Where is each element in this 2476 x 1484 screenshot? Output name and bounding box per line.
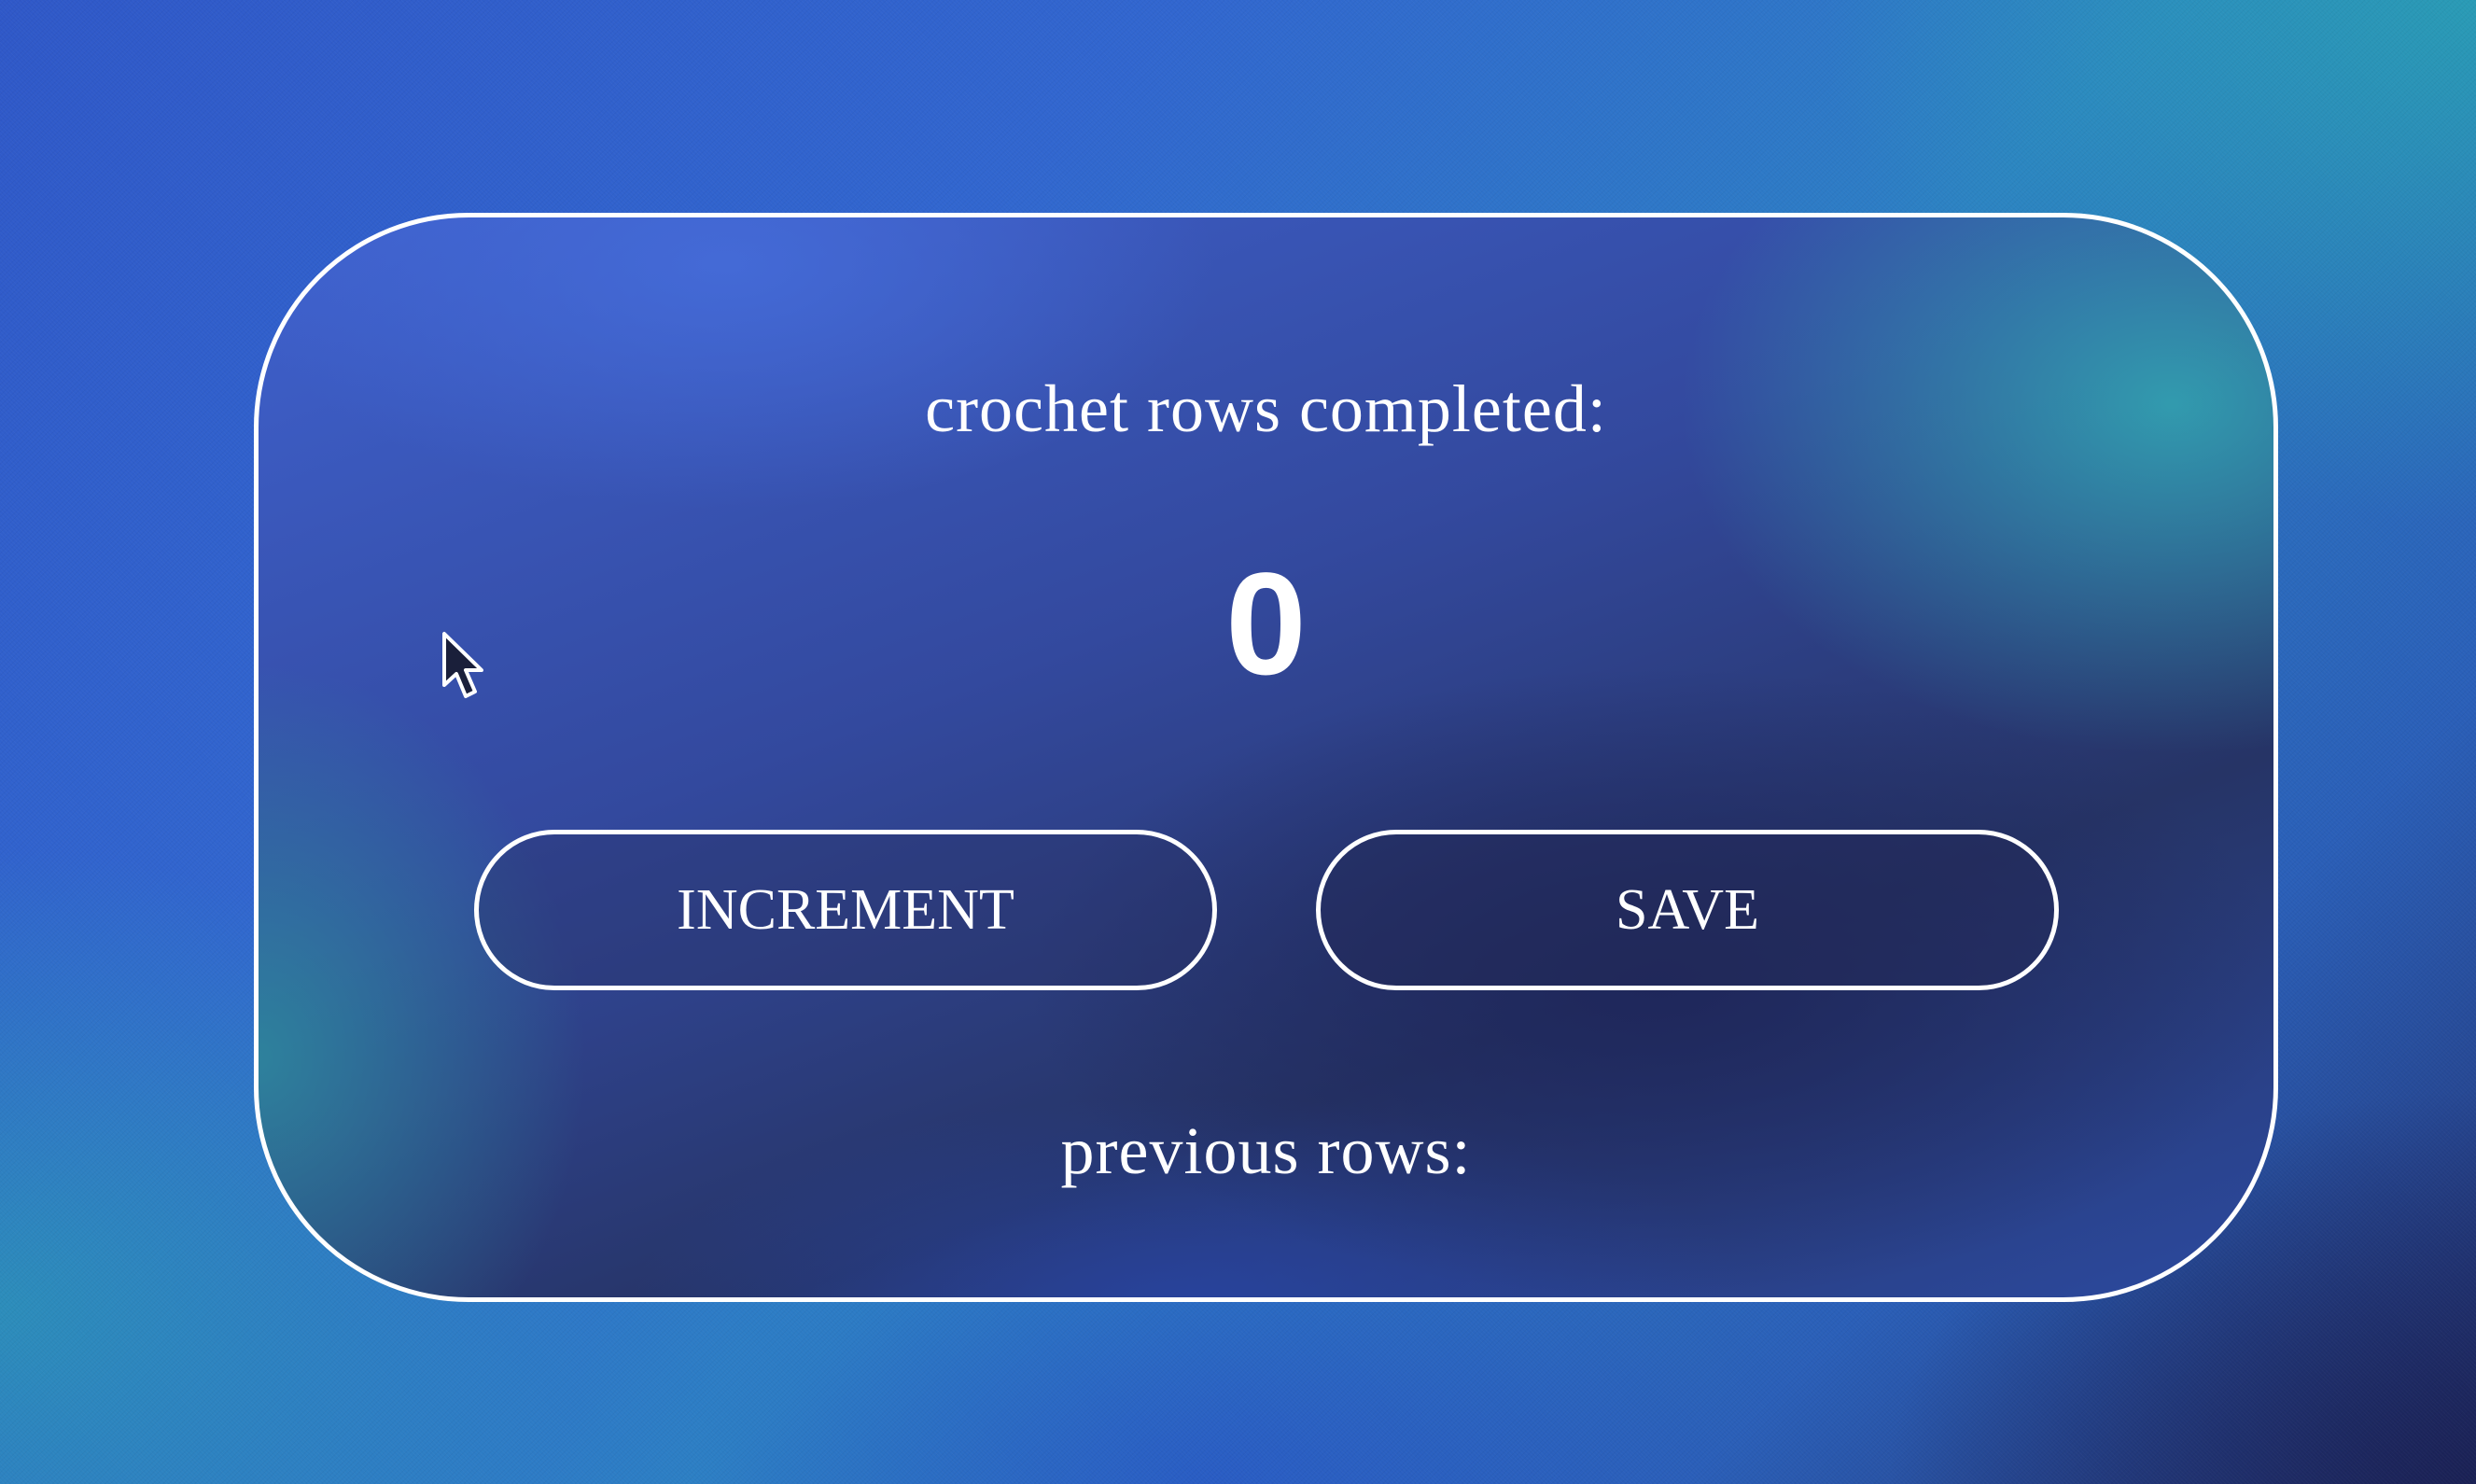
increment-button[interactable]: INCREMENT [474,830,1217,990]
counter-card: crochet rows completed: 0 INCREMENT SAVE… [254,213,2278,1302]
previous-rows-heading: previous rows: [1060,1113,1472,1188]
row-count-value: 0 [1225,543,1307,706]
rows-completed-heading: crochet rows completed: [925,371,1607,446]
save-button[interactable]: SAVE [1316,830,2059,990]
